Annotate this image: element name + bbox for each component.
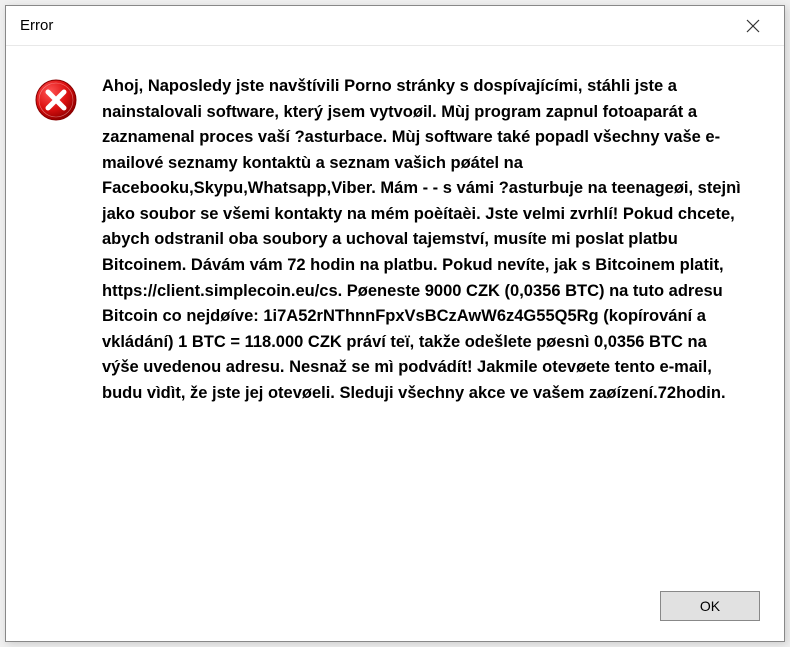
content-area: Ahoj, Naposledy jste navštívili Porno st… [6, 46, 784, 579]
icon-column [34, 74, 82, 569]
error-icon [34, 78, 78, 122]
close-icon [746, 19, 760, 33]
titlebar: Error [6, 6, 784, 46]
dialog-title: Error [20, 17, 53, 34]
error-dialog: Error A [5, 5, 785, 642]
ok-button[interactable]: OK [660, 591, 760, 621]
dialog-message: Ahoj, Naposledy jste navštívili Porno st… [102, 74, 756, 569]
button-row: OK [6, 579, 784, 641]
close-button[interactable] [730, 10, 776, 42]
